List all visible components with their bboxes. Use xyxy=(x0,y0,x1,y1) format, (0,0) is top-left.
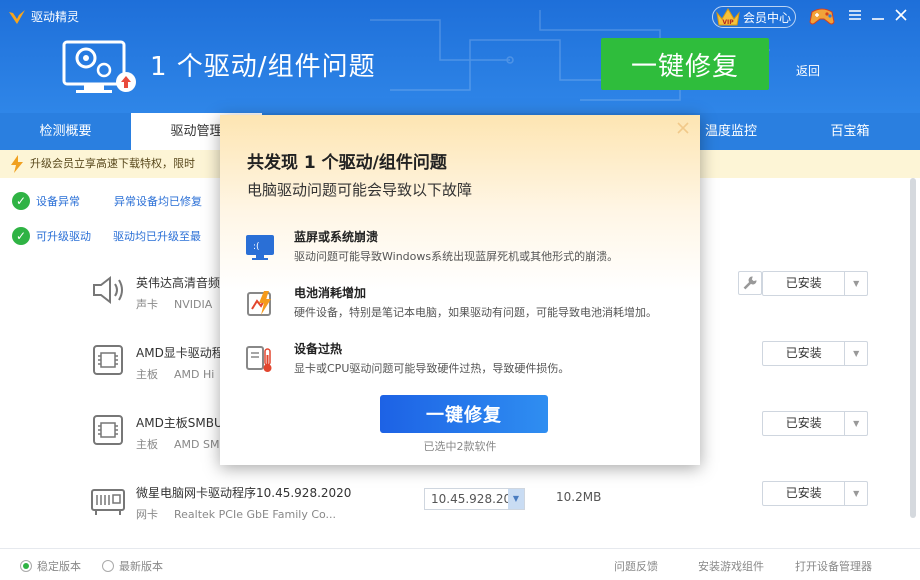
driver-name: 英伟达高清音频 xyxy=(136,276,221,290)
driver-category: 主板 xyxy=(136,438,158,451)
speaker-icon xyxy=(93,275,123,305)
driver-category: 主板 xyxy=(136,368,158,381)
installed-button[interactable]: 已安装 ▼ xyxy=(762,271,868,296)
installed-button[interactable]: 已安装 ▼ xyxy=(762,411,868,436)
radio-stable-version[interactable]: 稳定版本 xyxy=(20,558,81,574)
check-circle-icon: ✓ xyxy=(12,227,30,245)
dialog-title: 共发现 1 个驱动/组件问题 xyxy=(247,153,447,173)
issue-title: 设备过热 xyxy=(294,342,343,356)
chevron-down-icon[interactable]: ▼ xyxy=(845,412,867,435)
overheat-icon xyxy=(246,346,272,372)
tab-toolbox[interactable]: 百宝箱 xyxy=(786,113,914,150)
svg-text::(: :( xyxy=(253,242,260,252)
chevron-down-icon[interactable]: ▼ xyxy=(845,272,867,295)
issue-title: 电池消耗增加 xyxy=(294,286,367,300)
app-title: 驱动精灵 xyxy=(31,10,80,24)
monitor-gear-icon xyxy=(62,40,136,93)
issue-desc: 硬件设备，特别是笔记本电脑，如果驱动有问题，可能导致电池消耗增加。 xyxy=(294,306,657,319)
issue-desc: 显卡或CPU驱动问题可能导致硬件过热，导致硬件损伤。 xyxy=(294,362,570,375)
footer-bar: 稳定版本 最新版本 问题反馈 安装游戏组件 打开设备管理器 xyxy=(0,548,920,580)
radio-dot xyxy=(20,560,32,572)
tab-overview[interactable]: 检测概要 xyxy=(0,113,131,150)
radio-dot xyxy=(102,560,114,572)
status-desc-link[interactable]: 异常设备均已修复 xyxy=(114,193,202,209)
chip-icon xyxy=(93,345,123,375)
chevron-down-icon[interactable]: ▼ xyxy=(845,342,867,365)
bluescreen-icon: :( xyxy=(246,235,274,260)
radio-label: 稳定版本 xyxy=(37,560,81,573)
network-card-icon xyxy=(91,489,125,515)
driver-size: 10.2MB xyxy=(556,490,602,504)
back-link[interactable]: 返回 xyxy=(796,62,820,79)
driver-category: 声卡 xyxy=(136,298,158,311)
installed-label: 已安装 xyxy=(763,342,846,365)
installed-label: 已安装 xyxy=(763,272,846,295)
notice-text: 升级会员立享高速下载特权，限时 xyxy=(30,157,195,170)
driver-meta: 主板 AMD Hi xyxy=(136,366,214,382)
problem-headline: 1 个驱动/组件问题 xyxy=(150,52,376,82)
driver-meta: 声卡 NVIDIA xyxy=(136,296,212,312)
menu-icon[interactable] xyxy=(848,8,862,22)
driver-meta: 主板 AMD SM xyxy=(136,436,219,452)
vip-center-button[interactable]: VIP 会员中心 xyxy=(712,6,796,28)
driver-vendor: Realtek PCIe GbE Family Co... xyxy=(174,508,337,521)
close-icon[interactable] xyxy=(894,8,908,22)
dialog-subtitle: 电脑驱动问题可能会导致以下故障 xyxy=(247,181,473,199)
gamepad-icon[interactable] xyxy=(808,4,836,28)
selected-count-note: 已选中2款软件 xyxy=(423,440,497,453)
scrollbar[interactable] xyxy=(910,178,916,518)
wrench-icon[interactable] xyxy=(738,271,762,295)
feedback-link[interactable]: 问题反馈 xyxy=(614,558,658,574)
driver-vendor: AMD SM xyxy=(174,438,220,451)
battery-drain-icon xyxy=(247,291,271,316)
status-upgradeable: ✓ 可升级驱动 驱动均已升级至最 xyxy=(12,227,201,245)
logo-icon xyxy=(9,9,25,24)
issue-title: 蓝屏或系统崩溃 xyxy=(294,230,379,244)
installed-label: 已安装 xyxy=(763,412,846,435)
status-desc-link[interactable]: 驱动均已升级至最 xyxy=(113,228,201,244)
status-label: 设备异常 xyxy=(36,195,80,208)
chip-icon xyxy=(93,415,123,445)
lightning-icon xyxy=(11,155,23,173)
vip-center-label: 会员中心 xyxy=(743,10,792,25)
install-game-link[interactable]: 安装游戏组件 xyxy=(698,558,764,574)
chevron-down-icon[interactable]: ▼ xyxy=(845,482,867,505)
dialog-fix-button[interactable]: 一键修复 xyxy=(380,395,548,433)
fix-dialog: 共发现 1 个驱动/组件问题 电脑驱动问题可能会导致以下故障 :( 蓝屏或系统崩… xyxy=(220,115,700,465)
minimize-icon[interactable] xyxy=(871,8,885,22)
version-select[interactable]: 10.45.928.20 ▼ xyxy=(424,488,525,510)
driver-vendor: NVIDIA xyxy=(174,298,213,311)
version-value: 10.45.928.20 xyxy=(431,492,512,506)
installed-label: 已安装 xyxy=(763,482,846,505)
driver-category: 网卡 xyxy=(136,508,158,521)
driver-name: AMD显卡驱动程 xyxy=(136,346,224,360)
vip-crown-icon: VIP xyxy=(716,8,740,26)
device-manager-link[interactable]: 打开设备管理器 xyxy=(795,558,872,574)
status-device-abnormal: ✓ 设备异常 异常设备均已修复 xyxy=(12,192,202,210)
installed-button[interactable]: 已安装 ▼ xyxy=(762,481,868,506)
vip-badge: VIP xyxy=(722,19,734,26)
app-header: 驱动精灵 1 个驱动/组件问题 一键修复 返回 VIP 会员中心 xyxy=(0,0,920,113)
radio-label: 最新版本 xyxy=(119,560,163,573)
app-logo: 驱动精灵 xyxy=(8,8,79,25)
driver-name: AMD主板SMBU xyxy=(136,416,223,430)
status-label: 可升级驱动 xyxy=(36,230,91,243)
driver-meta: 网卡 Realtek PCIe GbE Family Co... xyxy=(136,506,336,522)
close-icon[interactable] xyxy=(676,121,690,135)
check-circle-icon: ✓ xyxy=(12,192,30,210)
radio-latest-version[interactable]: 最新版本 xyxy=(102,558,163,574)
driver-vendor: AMD Hi xyxy=(174,368,215,381)
issue-desc: 驱动问题可能导致Windows系统出现蓝屏死机或其他形式的崩溃。 xyxy=(294,250,619,263)
installed-button[interactable]: 已安装 ▼ xyxy=(762,341,868,366)
chevron-down-icon[interactable]: ▼ xyxy=(508,489,524,509)
driver-name: 微星电脑网卡驱动程序10.45.928.2020 xyxy=(136,486,352,500)
one-click-fix-button[interactable]: 一键修复 xyxy=(601,38,769,90)
